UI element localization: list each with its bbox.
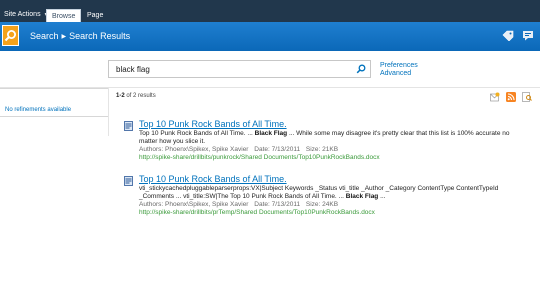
panel-divider [108, 88, 109, 136]
result-url[interactable]: http://spike-share/drillbits/punkrock/Sh… [139, 154, 529, 162]
search-input[interactable] [109, 61, 344, 77]
search-options: Preferences Advanced [380, 62, 418, 78]
tab-browse[interactable]: Browse [46, 9, 81, 22]
result-date: Date: 7/13/2011 [254, 201, 301, 208]
result-snippet: vti_stickycachedpluggableparserprops:VX|… [139, 185, 529, 201]
results-total: of 2 results [126, 93, 156, 99]
result-date: Date: 7/13/2011 [254, 146, 301, 153]
site-actions-label: Site Actions [4, 11, 41, 18]
notes-icon[interactable] [522, 30, 534, 43]
result-url[interactable]: http://spike-share/drillbits/prTemp/Shar… [139, 209, 529, 217]
word-document-icon [124, 121, 133, 131]
result-title-link[interactable]: Top 10 Punk Rock Bands of All Time. [139, 174, 529, 184]
search-box [108, 60, 371, 78]
title-bar: Search ▶ Search Results [0, 22, 540, 51]
alert-icon[interactable] [490, 92, 500, 104]
chevron-right-icon: ▶ [61, 33, 67, 40]
result-authors: Authors: Phoenx\Spikex, Spike Xavier [139, 146, 249, 153]
results-range: 1-2 [116, 93, 125, 99]
result-body: Top 10 Punk Rock Bands of All Time. Top … [139, 119, 529, 162]
site-actions-menu[interactable]: Site Actions ▼ [0, 8, 53, 22]
rss-icon[interactable] [506, 92, 516, 104]
result-body: Top 10 Punk Rock Bands of All Time. vti_… [139, 174, 529, 217]
result-snippet: Top 10 Punk Rock Bands of All Time. ... … [139, 130, 529, 146]
results-count: 1-2 of 2 results [116, 93, 156, 99]
ribbon-bar: Site Actions ▼ Browse Page [0, 0, 540, 22]
result-tools [490, 92, 532, 104]
refinement-top-border [0, 88, 108, 89]
title-actions [502, 30, 534, 43]
page-title: Search Results [69, 31, 131, 41]
snippet-text: vti_stickycachedpluggableparserprops:VX|… [139, 185, 499, 200]
search-magnifier-icon [2, 25, 19, 46]
tag-icon[interactable] [502, 30, 514, 43]
advanced-link[interactable]: Advanced [380, 70, 418, 78]
word-document-icon [124, 176, 133, 186]
snippet-highlight: Black Flag [254, 130, 288, 137]
result-metadata: Authors: Phoenx\Spikex, Spike Xavier Dat… [139, 201, 529, 209]
snippet-text: ... [378, 193, 386, 200]
result-authors: Authors: Phoenx\Spikex, Spike Xavier [139, 201, 249, 208]
snippet-text: Top 10 Punk Rock Bands of All Time. ... [139, 130, 255, 137]
snippet-highlight: Black Flag [345, 193, 379, 200]
refinement-bottom-border [0, 116, 108, 117]
tab-page[interactable]: Page [82, 9, 108, 22]
search-icon[interactable] [356, 64, 366, 74]
result-metadata: Authors: Phoenx\Spikex, Spike Xavier Dat… [139, 146, 529, 154]
result-size: Size: 24KB [305, 201, 339, 208]
preferences-link[interactable]: Preferences [380, 62, 418, 70]
search-action-icon[interactable] [522, 92, 532, 104]
result-title-link[interactable]: Top 10 Punk Rock Bands of All Time. [139, 119, 529, 129]
breadcrumb-search-link[interactable]: Search [30, 31, 59, 41]
breadcrumb: Search ▶ Search Results [30, 31, 130, 41]
result-size: Size: 21KB [305, 146, 339, 153]
